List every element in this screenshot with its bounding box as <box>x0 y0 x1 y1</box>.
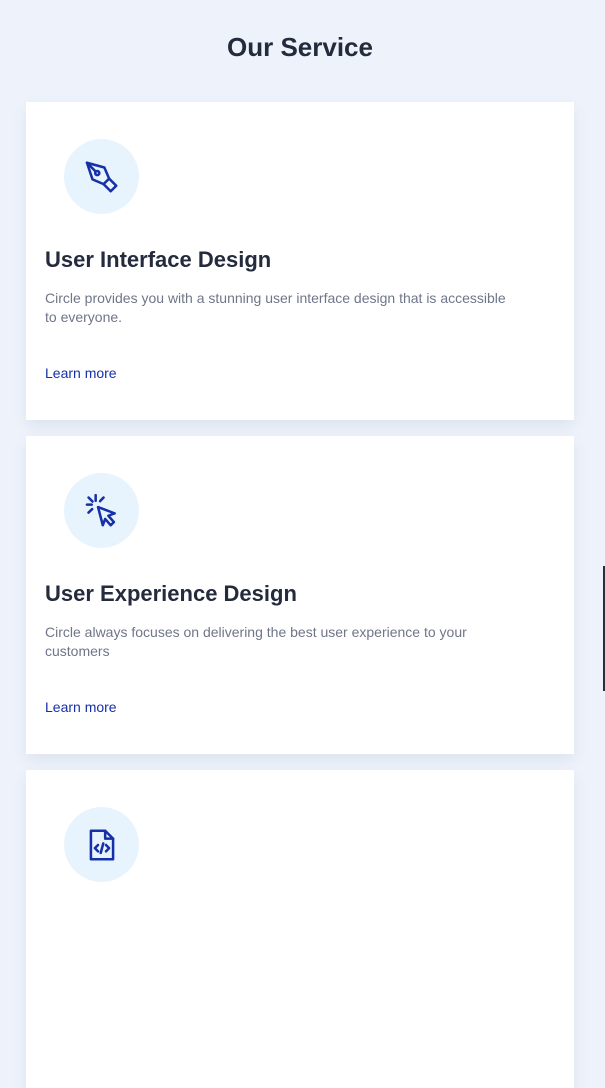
card-description: Circle always focuses on delivering the … <box>45 624 467 659</box>
learn-more-link[interactable]: Learn more <box>45 698 117 716</box>
service-card-ui-design: User Interface Design Circle provides yo… <box>26 102 574 420</box>
service-card-partial <box>26 770 574 1088</box>
page-title: Our Service <box>227 32 373 62</box>
learn-more-link[interactable]: Learn more <box>45 364 117 382</box>
pen-tool-icon <box>64 139 139 214</box>
code-file-icon <box>64 807 139 882</box>
cursor-click-icon <box>64 473 139 548</box>
card-title: User Experience Design <box>45 581 297 606</box>
card-description: Circle provides you with a stunning user… <box>45 290 506 325</box>
service-card-ux-design: User Experience Design Circle always foc… <box>26 436 574 754</box>
card-title: User Interface Design <box>45 247 272 272</box>
